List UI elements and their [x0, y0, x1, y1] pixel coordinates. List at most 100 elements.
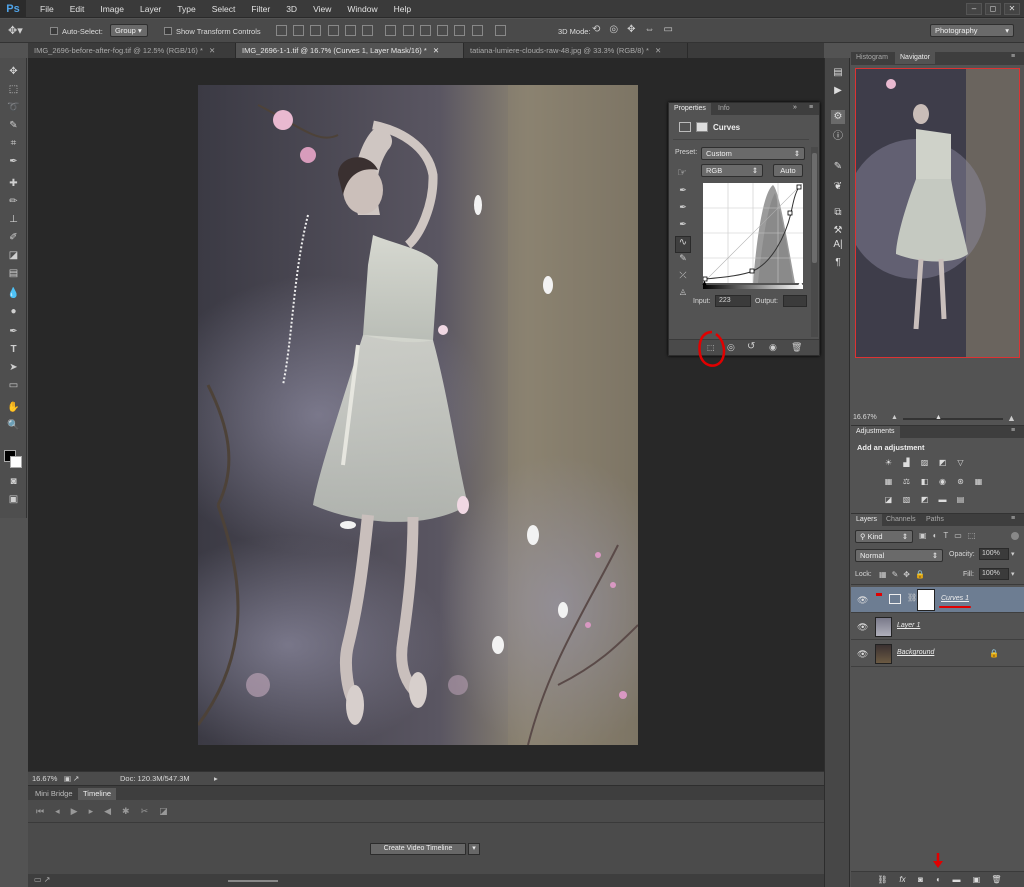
zoom-readout[interactable]: 16.67%: [32, 772, 57, 785]
threshold-icon[interactable]: ◩: [919, 494, 930, 505]
fill-field[interactable]: 100%: [979, 568, 1009, 580]
rotate-3d-icon[interactable]: ⟲: [592, 24, 609, 35]
panel-menu-icon[interactable]: ≡: [1011, 53, 1015, 60]
audio-icon[interactable]: ◀: [104, 806, 122, 816]
healing-brush-tool-icon[interactable]: ✚: [5, 176, 22, 192]
status-menu-arrow-icon[interactable]: ▸: [214, 772, 218, 785]
vibrance-icon[interactable]: ▽: [955, 457, 966, 468]
layer-style-icon[interactable]: fx: [897, 874, 908, 885]
photo-filter-icon[interactable]: ◉: [937, 476, 948, 487]
add-mask-icon[interactable]: ◙: [915, 874, 926, 885]
levels-icon[interactable]: ▟: [901, 457, 912, 468]
curves-graph[interactable]: [703, 183, 803, 283]
workspace-dropdown[interactable]: Photography ▾: [930, 24, 1014, 37]
menu-type[interactable]: Type: [169, 0, 203, 18]
hue-saturation-icon[interactable]: ▦: [883, 476, 894, 487]
panel-menu-icon[interactable]: ≡: [809, 104, 813, 111]
align-top-icon[interactable]: [276, 25, 287, 36]
layer-name-background[interactable]: Background: [897, 649, 934, 656]
history-brush-tool-icon[interactable]: ✐: [5, 230, 22, 246]
shape-tool-icon[interactable]: ▭: [5, 378, 22, 394]
layer-name-curves[interactable]: Curves 1: [941, 595, 969, 602]
properties-icon[interactable]: ⚙: [831, 110, 845, 124]
gradient-tool-icon[interactable]: ▤: [5, 266, 22, 282]
new-layer-icon[interactable]: ▣: [971, 874, 982, 885]
menu-filter[interactable]: Filter: [243, 0, 278, 18]
link-layers-icon[interactable]: ⛓: [877, 874, 888, 885]
output-field[interactable]: [783, 295, 807, 307]
path-select-tool-icon[interactable]: ➤: [5, 360, 22, 376]
scale-3d-icon[interactable]: ▭: [664, 24, 682, 35]
selective-color-icon[interactable]: ▤: [955, 494, 966, 505]
tab-properties[interactable]: Properties: [669, 103, 711, 115]
doc-tab-3[interactable]: tatiana-lumiere-clouds-raw-48.jpg @ 33.3…: [464, 43, 688, 58]
menu-window[interactable]: Window: [339, 0, 385, 18]
zoom-slider-thumb[interactable]: ▲: [935, 414, 942, 421]
layer-mask-thumbnail[interactable]: [917, 589, 935, 611]
filter-smart-icon[interactable]: ⬚: [968, 531, 982, 540]
transition-icon[interactable]: ◪: [159, 806, 179, 816]
menu-file[interactable]: File: [32, 0, 62, 18]
black-slider-icon[interactable]: ▲: [701, 280, 708, 287]
menu-layer[interactable]: Layer: [132, 0, 169, 18]
curves-icon[interactable]: ▨: [919, 457, 930, 468]
layer-1-thumbnail[interactable]: [875, 617, 892, 637]
invert-icon[interactable]: ◪: [883, 494, 894, 505]
tab-timeline[interactable]: Timeline: [78, 788, 117, 800]
tool-presets-icon[interactable]: ⚒: [831, 224, 845, 238]
doc-tab-1[interactable]: IMG_2696-before-after-fog.tif @ 12.5% (R…: [28, 43, 236, 58]
hand-tool-icon[interactable]: ✋: [5, 400, 22, 416]
distribute-bottom-icon[interactable]: [419, 25, 431, 36]
lock-all-icon[interactable]: 🔒: [915, 570, 930, 579]
layer-row-curves[interactable]: 👁 ⛓ Curves 1: [851, 587, 1024, 613]
delete-icon[interactable]: 🗑: [791, 342, 802, 353]
fill-dropdown-icon[interactable]: ▾: [1011, 570, 1015, 578]
white-slider-icon[interactable]: ▲: [797, 280, 804, 287]
panel-menu-icon[interactable]: ≡: [1011, 515, 1015, 522]
smooth-curve-icon[interactable]: ⤫: [675, 270, 691, 287]
navigator-zoom[interactable]: 16.67%: [853, 414, 877, 421]
auto-select-checkbox[interactable]: [50, 27, 58, 35]
prev-frame-icon[interactable]: ◂: [55, 806, 71, 816]
layer-row-layer1[interactable]: 👁 Layer 1: [851, 614, 1024, 640]
brightness-contrast-icon[interactable]: ☀: [883, 457, 894, 468]
create-timeline-dropdown[interactable]: ▾: [468, 843, 480, 855]
channel-mixer-icon[interactable]: ⊛: [955, 476, 966, 487]
exposure-icon[interactable]: ◩: [937, 457, 948, 468]
play-icon[interactable]: ▶: [71, 806, 89, 816]
filter-pixel-icon[interactable]: ▣: [919, 531, 933, 540]
layer-mask-icon[interactable]: [696, 122, 708, 132]
distribute-left-icon[interactable]: [437, 25, 449, 36]
eraser-tool-icon[interactable]: ◪: [5, 248, 22, 264]
opacity-field[interactable]: 100%: [979, 548, 1009, 560]
auto-select-dropdown[interactable]: Group ▾: [110, 24, 148, 37]
view-previous-state-icon[interactable]: ◎: [727, 342, 735, 353]
layer-row-background[interactable]: 👁 Background 🔒: [851, 641, 1024, 667]
gradient-map-icon[interactable]: ▬: [937, 494, 948, 505]
new-adjustment-layer-icon[interactable]: ◐: [933, 874, 944, 885]
close-icon[interactable]: ✕: [433, 46, 439, 55]
zoom-tool-icon[interactable]: 🔍: [5, 418, 22, 434]
posterize-icon[interactable]: ▧: [901, 494, 912, 505]
opacity-dropdown-icon[interactable]: ▾: [1011, 550, 1015, 558]
filter-kind-dropdown[interactable]: ⚲ Kind ⇕: [855, 530, 913, 543]
menu-image[interactable]: Image: [92, 0, 132, 18]
screen-mode-icon[interactable]: ▣: [5, 492, 22, 508]
new-group-icon[interactable]: ▬: [951, 874, 962, 885]
filter-toggle[interactable]: [1011, 532, 1019, 540]
auto-align-icon[interactable]: [494, 25, 506, 36]
menu-select[interactable]: Select: [204, 0, 244, 18]
visibility-icon[interactable]: ◉: [769, 342, 777, 353]
doc-tab-2[interactable]: IMG_2696-1-1.tif @ 16.7% (Curves 1, Laye…: [236, 43, 464, 58]
info-icon[interactable]: ⓘ: [831, 130, 845, 144]
convert-frame-icon[interactable]: ▭ ↗: [34, 875, 50, 884]
filter-adjustment-icon[interactable]: ◐: [933, 531, 944, 540]
align-hcenter-icon[interactable]: [344, 25, 356, 36]
align-vcenter-icon[interactable]: [293, 25, 305, 36]
background-thumbnail[interactable]: [875, 644, 892, 664]
panel-menu-icon[interactable]: ≡: [1011, 427, 1015, 434]
scroll-thumb[interactable]: [812, 153, 817, 263]
lock-position-icon[interactable]: ✥: [903, 570, 915, 579]
lock-pixels-icon[interactable]: ✎: [892, 570, 904, 579]
preset-dropdown[interactable]: Custom ⇕: [701, 147, 805, 160]
